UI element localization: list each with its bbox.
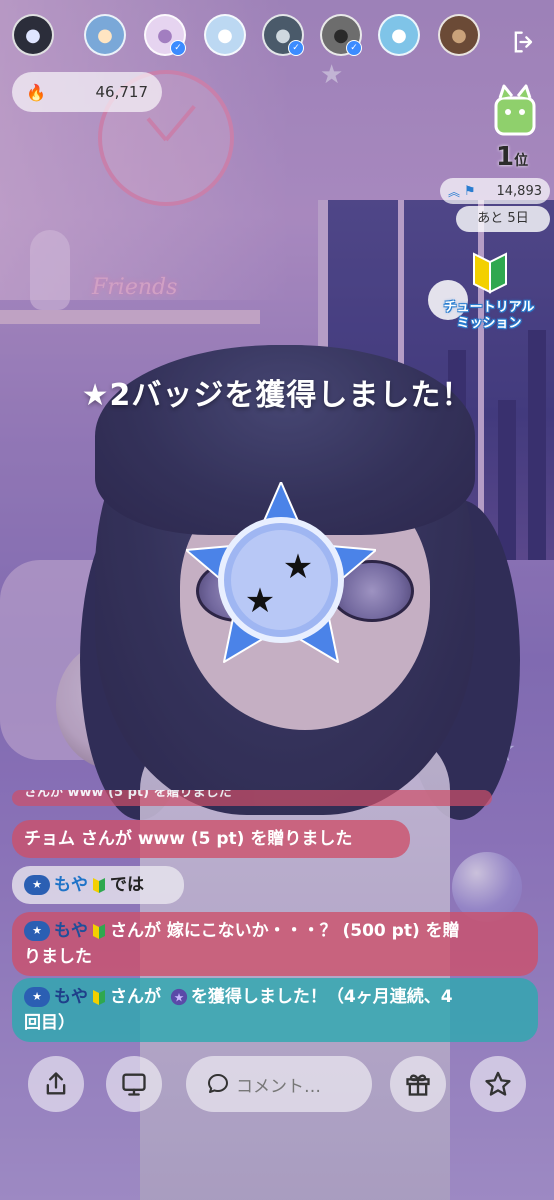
star-badge-small-icon: ★ <box>24 875 50 895</box>
comment-username[interactable]: もや <box>54 921 88 941</box>
svg-text:★: ★ <box>283 547 313 587</box>
star-outline-icon <box>485 1071 511 1096</box>
favorite-button[interactable] <box>470 1056 526 1112</box>
speech-bubble-icon <box>208 1074 228 1093</box>
gift-button[interactable] <box>390 1056 446 1112</box>
rank-display: 1位 <box>496 142 528 172</box>
viewer-avatar[interactable]: ● <box>12 14 54 56</box>
comment-text: さんが 嫁にこないか・・・？ (500 pt) を贈 <box>110 921 460 941</box>
svg-text:★: ★ <box>245 581 275 621</box>
viewer-avatar-bar: ● ● ● ✓ ● ● ✓ ● ✓ ● ● <box>0 10 554 66</box>
star-badge-small-icon: ★ <box>24 921 50 941</box>
share-button[interactable] <box>28 1056 84 1112</box>
comment-text: では <box>110 875 144 895</box>
tutorial-mission-button[interactable]: チュートリアル ミッション <box>428 250 550 345</box>
verified-icon: ✓ <box>288 40 304 56</box>
beginner-leaf-icon <box>473 252 507 294</box>
beginner-leaf-icon <box>93 878 105 893</box>
verified-icon: ✓ <box>346 40 362 56</box>
bottom-toolbar: コメント… <box>0 1050 554 1120</box>
rank-score-pill[interactable]: ︽ ⚑ 14,893 <box>440 178 550 204</box>
comment-item: ★ もや では <box>12 866 184 904</box>
comment-text-cont: 回目） <box>24 1013 75 1033</box>
monitor-icon <box>122 1073 146 1096</box>
comment-text-cont: りました <box>24 947 92 967</box>
beginner-leaf-icon <box>93 924 105 939</box>
svg-text:★: ★ <box>174 991 184 1005</box>
points-value: 46,717 <box>95 83 149 101</box>
viewer-avatar[interactable]: ● ✓ <box>144 14 186 56</box>
points-counter[interactable]: 🔥 46,717 <box>12 72 162 112</box>
comment-username[interactable]: もや <box>54 875 88 895</box>
rank-suffix: 位 <box>514 153 529 169</box>
purple-star-badge-icon: ★ <box>170 988 188 1006</box>
comment-input[interactable]: コメント… <box>186 1056 372 1112</box>
screen-button[interactable] <box>106 1056 162 1112</box>
beginner-leaf-icon <box>93 990 105 1005</box>
viewer-avatar[interactable]: ● ✓ <box>262 14 304 56</box>
comment-item: さんが www (5 pt) を贈りました <box>12 790 492 806</box>
exit-button[interactable] <box>506 24 542 60</box>
comment-item: ★ もや さんが ★ を獲得しました！（4ヶ月連続、4 回目） <box>12 978 538 1042</box>
viewer-avatar[interactable]: ● <box>84 14 126 56</box>
flag-icon: ⚑ <box>464 183 476 199</box>
comment-item: ★ もや さんが 嫁にこないか・・・？ (500 pt) を贈 りました <box>12 912 538 976</box>
viewer-avatar[interactable]: ● ✓ <box>320 14 362 56</box>
exit-icon <box>514 31 533 53</box>
verified-icon: ✓ <box>170 40 186 56</box>
star-badge-icon: ★ ★ <box>186 482 376 663</box>
comment-text: さんが <box>110 987 161 1007</box>
rank-score: 14,893 <box>496 183 543 199</box>
comment-text-b: を獲得しました！（4ヶ月連続、4 <box>190 987 453 1007</box>
comment-placeholder: コメント… <box>236 1076 321 1097</box>
viewer-avatar[interactable]: ● <box>204 14 246 56</box>
rank-number: 1 <box>496 142 515 172</box>
share-icon <box>46 1072 66 1095</box>
flame-icon: 🔥 <box>26 82 46 102</box>
comment-text: さんが www (5 pt) を贈りました <box>80 829 353 849</box>
days-left: あと 5日 <box>456 206 550 232</box>
viewer-avatar[interactable]: ● <box>378 14 420 56</box>
gift-icon <box>406 1074 430 1096</box>
viewer-avatar[interactable]: ● <box>438 14 480 56</box>
comment-item: チョム さんが www (5 pt) を贈りました <box>12 820 410 858</box>
tutorial-mission-label: チュートリアル ミッション <box>443 300 535 331</box>
badge-announcement: ★2バッジを獲得しました！ <box>81 378 473 413</box>
chevron-up-icon: ︽ <box>448 184 461 199</box>
star-badge-small-icon: ★ <box>24 987 50 1007</box>
rank-cat-icon[interactable] <box>490 80 538 140</box>
comment-username[interactable]: もや <box>54 987 88 1007</box>
comment-username[interactable]: チョム <box>24 829 75 849</box>
